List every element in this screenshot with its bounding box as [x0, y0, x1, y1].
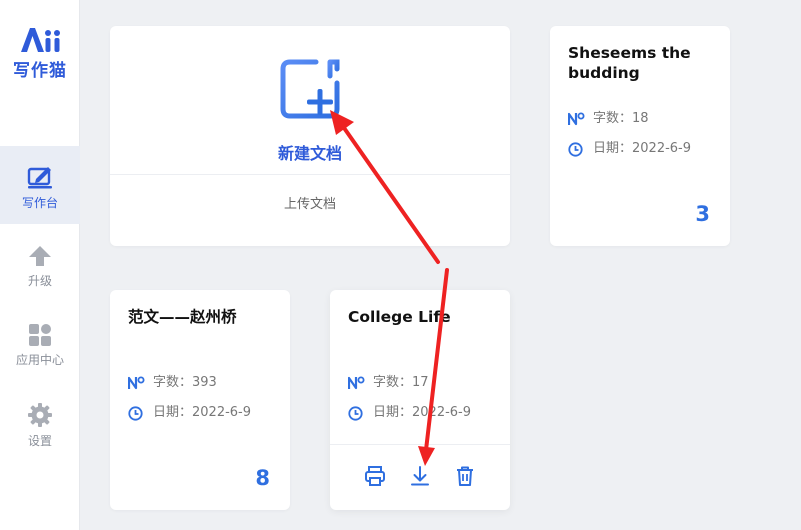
number-icon — [348, 376, 365, 390]
new-document-card: 新建文档 上传文档 — [110, 26, 510, 246]
word-count-text: 字数：18 — [593, 111, 649, 126]
clock-icon — [128, 406, 143, 421]
sidebar-item-label: 应用中心 — [15, 353, 64, 367]
sidebar-item-settings[interactable]: 设置 — [0, 390, 80, 468]
logo-icon — [21, 28, 60, 52]
document-card[interactable]: College Life 字数：17 日期：2022-6-9 — [330, 290, 510, 510]
delete-button[interactable] — [454, 465, 478, 489]
create-document-label: 新建文档 — [277, 144, 342, 163]
date-text: 日期：2022-6-9 — [153, 405, 252, 420]
sidebar-item-upgrade[interactable]: 升级 — [0, 230, 80, 308]
trash-icon — [457, 466, 473, 486]
apps-icon — [29, 324, 51, 346]
sidebar-item-label: 设置 — [27, 434, 52, 448]
edit-icon — [27, 167, 52, 189]
arrow-up-icon — [29, 246, 51, 266]
download-button[interactable] — [409, 465, 433, 489]
word-count-text: 字数：393 — [153, 375, 217, 390]
number-icon — [568, 112, 585, 126]
add-document-icon — [280, 59, 340, 119]
number-icon — [128, 376, 145, 390]
download-icon — [411, 466, 429, 486]
document-title: 范文——赵州桥 — [128, 308, 237, 326]
count-badge: 3 — [695, 202, 710, 226]
document-title: College Life — [348, 308, 451, 326]
word-count-text: 字数：17 — [373, 375, 429, 390]
sidebar-item-workspace[interactable]: 写作台 — [0, 146, 80, 224]
print-icon — [365, 466, 385, 486]
create-document-button[interactable]: 新建文档 — [110, 26, 510, 174]
date-text: 日期：2022-6-9 — [593, 141, 692, 156]
document-card[interactable]: 范文——赵州桥 字数：393 日期：2022-6-9 8 — [110, 290, 290, 510]
sidebar-item-label: 写作台 — [21, 196, 58, 210]
clock-icon — [348, 406, 363, 421]
gear-icon — [28, 403, 52, 427]
sidebar-item-app-center[interactable]: 应用中心 — [0, 310, 80, 388]
document-card[interactable]: Sheseems the budding 字数：18 日期：2022-6-9 3 — [550, 26, 730, 246]
sidebar: 写作猫 写作台 升级 应用中心 设置 — [0, 0, 80, 530]
logo-text: 写作猫 — [13, 61, 67, 81]
date-text: 日期：2022-6-9 — [373, 405, 472, 420]
print-button[interactable] — [364, 465, 388, 489]
count-badge: 8 — [255, 466, 270, 490]
document-title: Sheseems the budding — [568, 44, 691, 82]
sidebar-item-label: 升级 — [27, 274, 52, 288]
upload-document-button[interactable]: 上传文档 — [110, 174, 510, 246]
logo[interactable]: 写作猫 — [0, 24, 80, 81]
clock-icon — [568, 142, 583, 157]
document-actions — [330, 444, 510, 510]
